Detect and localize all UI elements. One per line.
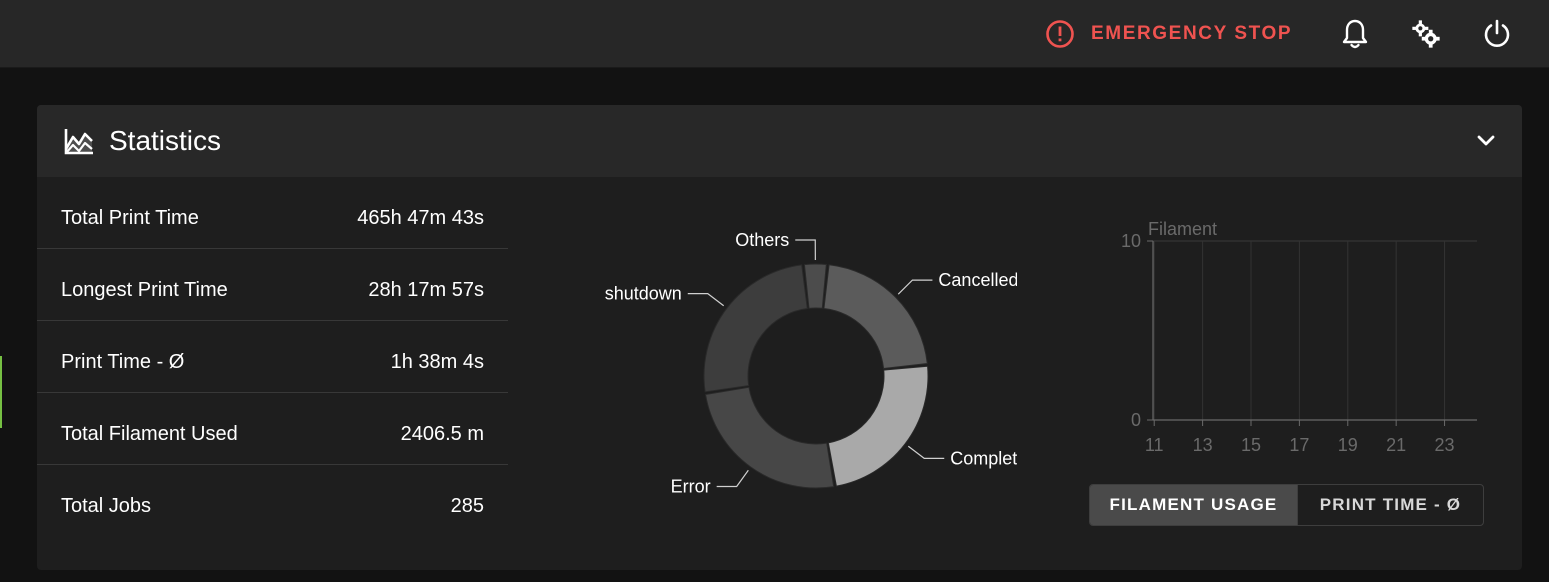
stat-value: 285 — [450, 495, 484, 517]
alert-circle-icon — [1046, 20, 1074, 48]
panel-title: Statistics — [109, 125, 222, 156]
statistics-panel: Statistics Total Print Time 465h 47m 43s… — [37, 105, 1522, 570]
donut-label-leader — [687, 293, 725, 307]
x-tick-label: 19 — [1338, 435, 1358, 455]
bell-icon — [1342, 19, 1368, 49]
donut-label: Cancelled — [938, 270, 1017, 290]
notifications-button[interactable] — [1339, 17, 1371, 51]
emergency-stop-button[interactable]: EMERGENCY STOP — [1045, 18, 1292, 50]
settings-button[interactable] — [1410, 17, 1442, 51]
donut-label: Others — [735, 230, 789, 250]
donut-label-leader — [795, 239, 816, 261]
statistics-panel-header[interactable]: Statistics — [37, 105, 1522, 177]
stat-row-total-filament-used: Total Filament Used 2406.5 m — [37, 393, 508, 465]
stat-value: 465h 47m 43s — [357, 207, 484, 229]
x-tick-label: 17 — [1289, 435, 1309, 455]
stat-label: Total Print Time — [61, 207, 199, 229]
stat-value: 28h 17m 57s — [368, 279, 484, 301]
donut-label-leader — [716, 469, 749, 488]
donut-label: shutdown — [605, 284, 682, 304]
chart-toggle-group: FILAMENT USAGE PRINT TIME - Ø — [1089, 484, 1484, 526]
gears-icon — [1412, 20, 1440, 48]
y-tick-label: 10 — [1121, 231, 1141, 251]
x-tick-label: 15 — [1241, 435, 1261, 455]
stat-row-total-jobs: Total Jobs 285 — [37, 465, 508, 537]
stat-value: 2406.5 m — [400, 423, 484, 445]
stats-list: Total Print Time 465h 47m 43s Longest Pr… — [37, 177, 508, 537]
donut-label: Completed — [950, 448, 1017, 468]
plot-frame — [1152, 240, 1500, 421]
stat-label: Longest Print Time — [61, 279, 228, 301]
print-time-avg-toggle[interactable]: PRINT TIME - Ø — [1298, 485, 1483, 525]
chevron-down-icon[interactable] — [1473, 127, 1499, 153]
power-icon — [1484, 19, 1510, 47]
stat-label: Total Jobs — [61, 495, 152, 517]
filament-usage-chart: Filament 1113151719212325010 — [1077, 205, 1503, 465]
donut-slice[interactable] — [703, 264, 808, 393]
donut-slice[interactable] — [827, 365, 929, 487]
y-tick-label: 0 — [1131, 410, 1141, 430]
donut-label-leader — [907, 445, 945, 459]
filament-usage-toggle[interactable]: FILAMENT USAGE — [1090, 485, 1298, 525]
left-edge-accent — [0, 356, 2, 428]
donut-slice[interactable] — [704, 386, 835, 489]
power-button[interactable] — [1481, 17, 1513, 51]
chart-areaspline-icon — [64, 129, 93, 155]
donut-label: Error — [671, 476, 711, 496]
job-status-donut-chart: Cancelled Completed Error shutdown Others — [537, 205, 1017, 505]
donut-slice[interactable] — [803, 263, 827, 309]
x-tick-label: 13 — [1193, 435, 1213, 455]
x-tick-label: 11 — [1145, 435, 1164, 455]
x-tick-label: 21 — [1386, 435, 1406, 455]
chart-title: Filament — [1148, 219, 1217, 239]
emergency-stop-label: EMERGENCY STOP — [1091, 23, 1293, 44]
donut-label-leader — [897, 279, 933, 295]
stat-label: Print Time - Ø — [61, 351, 185, 373]
stat-row-longest-print-time: Longest Print Time 28h 17m 57s — [37, 249, 508, 321]
stat-row-total-print-time: Total Print Time 465h 47m 43s — [37, 177, 508, 249]
filament-chart-svg: Filament 1113151719212325010 — [1121, 219, 1503, 455]
x-tick-label: 23 — [1435, 435, 1455, 455]
donut-chart-svg: Cancelled Completed Error shutdown Others — [605, 230, 1017, 496]
stat-row-print-time-avg: Print Time - Ø 1h 38m 4s — [37, 321, 508, 393]
top-app-bar: EMERGENCY STOP — [0, 0, 1549, 68]
stat-value: 1h 38m 4s — [390, 351, 484, 373]
stat-label: Total Filament Used — [61, 423, 238, 445]
